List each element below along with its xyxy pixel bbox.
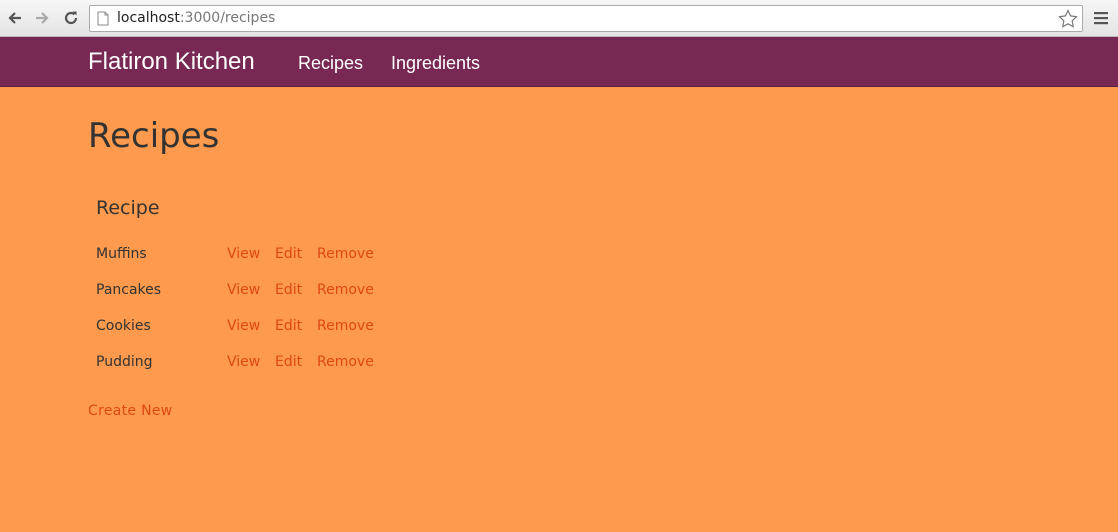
view-link[interactable]: View bbox=[227, 246, 260, 262]
top-navbar: Flatiron Kitchen Recipes Ingredients bbox=[0, 37, 1118, 87]
table-header-recipe: Recipe bbox=[96, 197, 160, 219]
edit-link[interactable]: Edit bbox=[275, 318, 302, 334]
brand-link[interactable]: Flatiron Kitchen bbox=[88, 48, 255, 76]
recipe-name: Cookies bbox=[96, 318, 151, 334]
menu-icon[interactable] bbox=[1094, 10, 1108, 29]
recipe-name: Pancakes bbox=[96, 282, 162, 298]
browser-toolbar: localhost:3000/recipes bbox=[0, 0, 1118, 37]
reload-icon[interactable] bbox=[60, 6, 82, 30]
back-arrow-icon[interactable] bbox=[4, 6, 26, 30]
edit-link[interactable]: Edit bbox=[275, 246, 302, 262]
recipe-name: Muffins bbox=[96, 246, 147, 262]
address-bar[interactable]: localhost:3000/recipes bbox=[89, 5, 1083, 32]
create-new-link[interactable]: Create New bbox=[88, 403, 173, 419]
page-title: Recipes bbox=[88, 116, 220, 156]
page-icon bbox=[97, 11, 109, 30]
remove-link[interactable]: Remove bbox=[317, 246, 374, 262]
remove-link[interactable]: Remove bbox=[317, 354, 374, 370]
recipe-name: Pudding bbox=[96, 354, 153, 370]
remove-link[interactable]: Remove bbox=[317, 318, 374, 334]
star-icon[interactable] bbox=[1058, 9, 1078, 33]
view-link[interactable]: View bbox=[227, 282, 260, 298]
nav-link-recipes[interactable]: Recipes bbox=[298, 53, 363, 74]
nav-link-ingredients[interactable]: Ingredients bbox=[391, 53, 480, 74]
edit-link[interactable]: Edit bbox=[275, 282, 302, 298]
view-link[interactable]: View bbox=[227, 354, 260, 370]
view-link[interactable]: View bbox=[227, 318, 260, 334]
forward-arrow-icon[interactable] bbox=[31, 6, 53, 30]
remove-link[interactable]: Remove bbox=[317, 282, 374, 298]
edit-link[interactable]: Edit bbox=[275, 354, 302, 370]
url-text: localhost:3000/recipes bbox=[117, 10, 276, 26]
